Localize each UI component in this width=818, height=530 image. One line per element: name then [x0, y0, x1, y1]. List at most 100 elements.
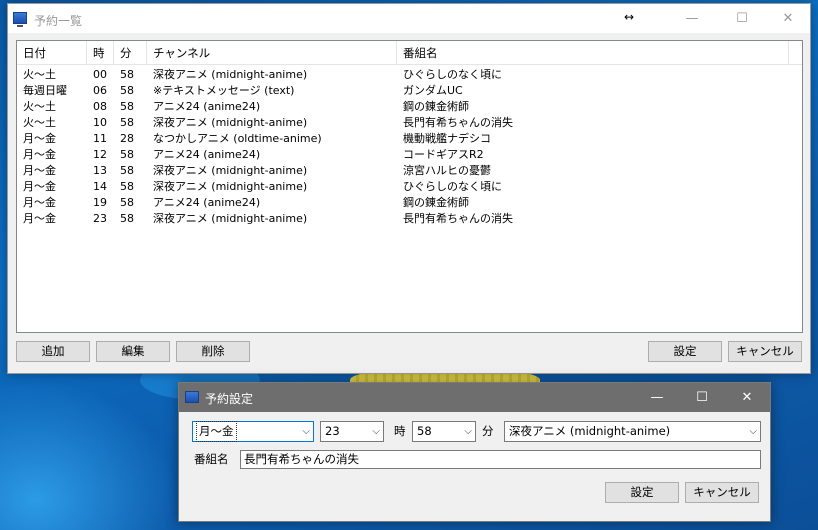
title-bar[interactable]: 予約一覧 ↔ — ☐ ✕	[8, 4, 810, 33]
dialog-title: 予約設定	[205, 392, 254, 406]
cell-channel: 深夜アニメ (midnight-anime)	[153, 68, 308, 81]
cell-minute: 58	[120, 212, 134, 225]
desktop-background	[0, 380, 180, 530]
cell-channel: 深夜アニメ (midnight-anime)	[153, 164, 308, 177]
cell-channel: 深夜アニメ (midnight-anime)	[153, 116, 308, 129]
program-name-field[interactable]: 長門有希ちゃんの消失	[240, 450, 761, 469]
cell-minute: 58	[120, 164, 134, 177]
cell-date: 月〜金	[23, 132, 56, 145]
cell-program: ガンダムUC	[403, 84, 463, 97]
cell-hour: 23	[93, 212, 107, 225]
cell-minute: 58	[120, 100, 134, 113]
cell-date: 月〜金	[23, 196, 56, 209]
table-row[interactable]: 月〜金 11 28 なつかしアニメ (oldtime-anime) 機動戦艦ナデシコ	[17, 131, 802, 147]
channel-select-value: 深夜アニメ (midnight-anime)	[509, 424, 671, 438]
cell-hour: 14	[93, 180, 107, 193]
cell-date: 毎週日曜	[23, 84, 67, 97]
column-header-program[interactable]: 番組名	[397, 41, 789, 65]
table-row[interactable]: 火〜土 08 58 アニメ24 (anime24) 鋼の錬金術師	[17, 99, 802, 115]
table-row[interactable]: 火〜土 00 58 深夜アニメ (midnight-anime) ひぐらしのなく頃に	[17, 67, 802, 83]
table-row[interactable]: 月〜金 12 58 アニメ24 (anime24) コードギアスR2	[17, 147, 802, 163]
cell-hour: 08	[93, 100, 107, 113]
program-label: 番組名	[194, 452, 229, 466]
minute-select-value: 58	[417, 424, 432, 438]
cell-program: ひぐらしのなく頃に	[403, 180, 502, 193]
reservation-list[interactable]: 日付 時 分 チャンネル 番組名 火〜土 00 58 深夜アニメ (midnight-…	[16, 40, 803, 333]
cell-minute: 58	[120, 68, 134, 81]
column-header-date[interactable]: 日付	[17, 41, 87, 65]
cell-hour: 13	[93, 164, 107, 177]
cell-program: 機動戦艦ナデシコ	[403, 132, 491, 145]
cell-hour: 11	[93, 132, 107, 145]
cell-channel: ※テキストメッセージ (text)	[153, 84, 295, 97]
maximize-button[interactable]: ☐	[679, 383, 725, 412]
cell-date: 月〜金	[23, 148, 56, 161]
day-select[interactable]: 月〜金 ⌵	[192, 421, 314, 442]
table-row[interactable]: 月〜金 19 58 アニメ24 (anime24) 鋼の錬金術師	[17, 195, 802, 211]
cell-minute: 58	[120, 148, 134, 161]
list-body: 火〜土 00 58 深夜アニメ (midnight-anime) ひぐらしのなく頃に 毎週…	[17, 67, 802, 227]
cancel-button[interactable]: キャンセル	[728, 341, 802, 362]
cell-hour: 00	[93, 68, 107, 81]
cell-hour: 12	[93, 148, 107, 161]
table-row[interactable]: 毎週日曜 06 58 ※テキストメッセージ (text) ガンダムUC	[17, 83, 802, 99]
cell-channel: アニメ24 (anime24)	[153, 148, 261, 161]
cell-date: 火〜土	[23, 116, 56, 129]
cell-minute: 58	[120, 116, 134, 129]
cell-channel: 深夜アニメ (midnight-anime)	[153, 212, 308, 225]
reservation-settings-dialog: 予約設定 — ☐ ✕ 月〜金 ⌵ 23 ⌵ 時 58 ⌵ 分 深夜アニメ (mi…	[178, 382, 771, 522]
chevron-down-icon: ⌵	[302, 426, 310, 437]
cell-hour: 10	[93, 116, 107, 129]
cell-minute: 28	[120, 132, 134, 145]
settings-button[interactable]: 設定	[648, 341, 722, 362]
list-header: 日付 時 分 チャンネル 番組名	[17, 41, 802, 65]
hour-select[interactable]: 23 ⌵	[320, 421, 384, 442]
close-button[interactable]: ✕	[724, 383, 770, 412]
cell-date: 月〜金	[23, 164, 56, 177]
table-row[interactable]: 月〜金 13 58 深夜アニメ (midnight-anime) 涼宮ハルヒの憂鬱	[17, 163, 802, 179]
cell-program: 涼宮ハルヒの憂鬱	[403, 164, 491, 177]
close-button[interactable]: ✕	[765, 4, 811, 33]
chevron-down-icon: ⌵	[464, 426, 472, 437]
cell-minute: 58	[120, 196, 134, 209]
dialog-cancel-button[interactable]: キャンセル	[685, 482, 759, 503]
cell-channel: アニメ24 (anime24)	[153, 100, 261, 113]
table-row[interactable]: 月〜金 14 58 深夜アニメ (midnight-anime) ひぐらしのなく頃に	[17, 179, 802, 195]
cell-program: コードギアスR2	[403, 148, 484, 161]
resize-cursor-icon: ↔	[624, 10, 635, 24]
window-title: 予約一覧	[34, 14, 83, 28]
delete-button[interactable]: 削除	[176, 341, 250, 362]
dialog-settings-button[interactable]: 設定	[605, 482, 679, 503]
cell-hour: 19	[93, 196, 107, 209]
column-header-minute[interactable]: 分	[114, 41, 147, 65]
cell-date: 火〜土	[23, 68, 56, 81]
table-row[interactable]: 火〜土 10 58 深夜アニメ (midnight-anime) 長門有希ちゃんの消失	[17, 115, 802, 131]
cell-program: ひぐらしのなく頃に	[403, 68, 502, 81]
minute-label: 分	[482, 424, 494, 438]
cell-date: 火〜土	[23, 100, 56, 113]
cell-date: 月〜金	[23, 212, 56, 225]
minute-select[interactable]: 58 ⌵	[412, 421, 476, 442]
cell-minute: 58	[120, 180, 134, 193]
cell-program: 長門有希ちゃんの消失	[403, 212, 513, 225]
cell-program: 鋼の錬金術師	[403, 196, 469, 209]
chevron-down-icon: ⌵	[372, 426, 380, 437]
cell-channel: なつかしアニメ (oldtime-anime)	[153, 132, 322, 145]
dialog-title-bar[interactable]: 予約設定 — ☐ ✕	[179, 383, 770, 412]
cell-minute: 58	[120, 84, 134, 97]
maximize-button[interactable]: ☐	[719, 4, 765, 33]
cell-program: 長門有希ちゃんの消失	[403, 116, 513, 129]
add-button[interactable]: 追加	[16, 341, 90, 362]
channel-select[interactable]: 深夜アニメ (midnight-anime) ⌵	[504, 421, 761, 442]
cell-hour: 06	[93, 84, 107, 97]
column-header-channel[interactable]: チャンネル	[147, 41, 397, 65]
minimize-button[interactable]: —	[669, 4, 715, 33]
table-row[interactable]: 月〜金 23 58 深夜アニメ (midnight-anime) 長門有希ちゃんの消失	[17, 211, 802, 227]
cell-date: 月〜金	[23, 180, 56, 193]
column-header-hour[interactable]: 時	[87, 41, 114, 65]
minimize-button[interactable]: —	[634, 383, 680, 412]
day-select-value: 月〜金	[196, 421, 237, 442]
hour-select-value: 23	[325, 424, 340, 438]
edit-button[interactable]: 編集	[96, 341, 170, 362]
hour-label: 時	[394, 424, 406, 438]
